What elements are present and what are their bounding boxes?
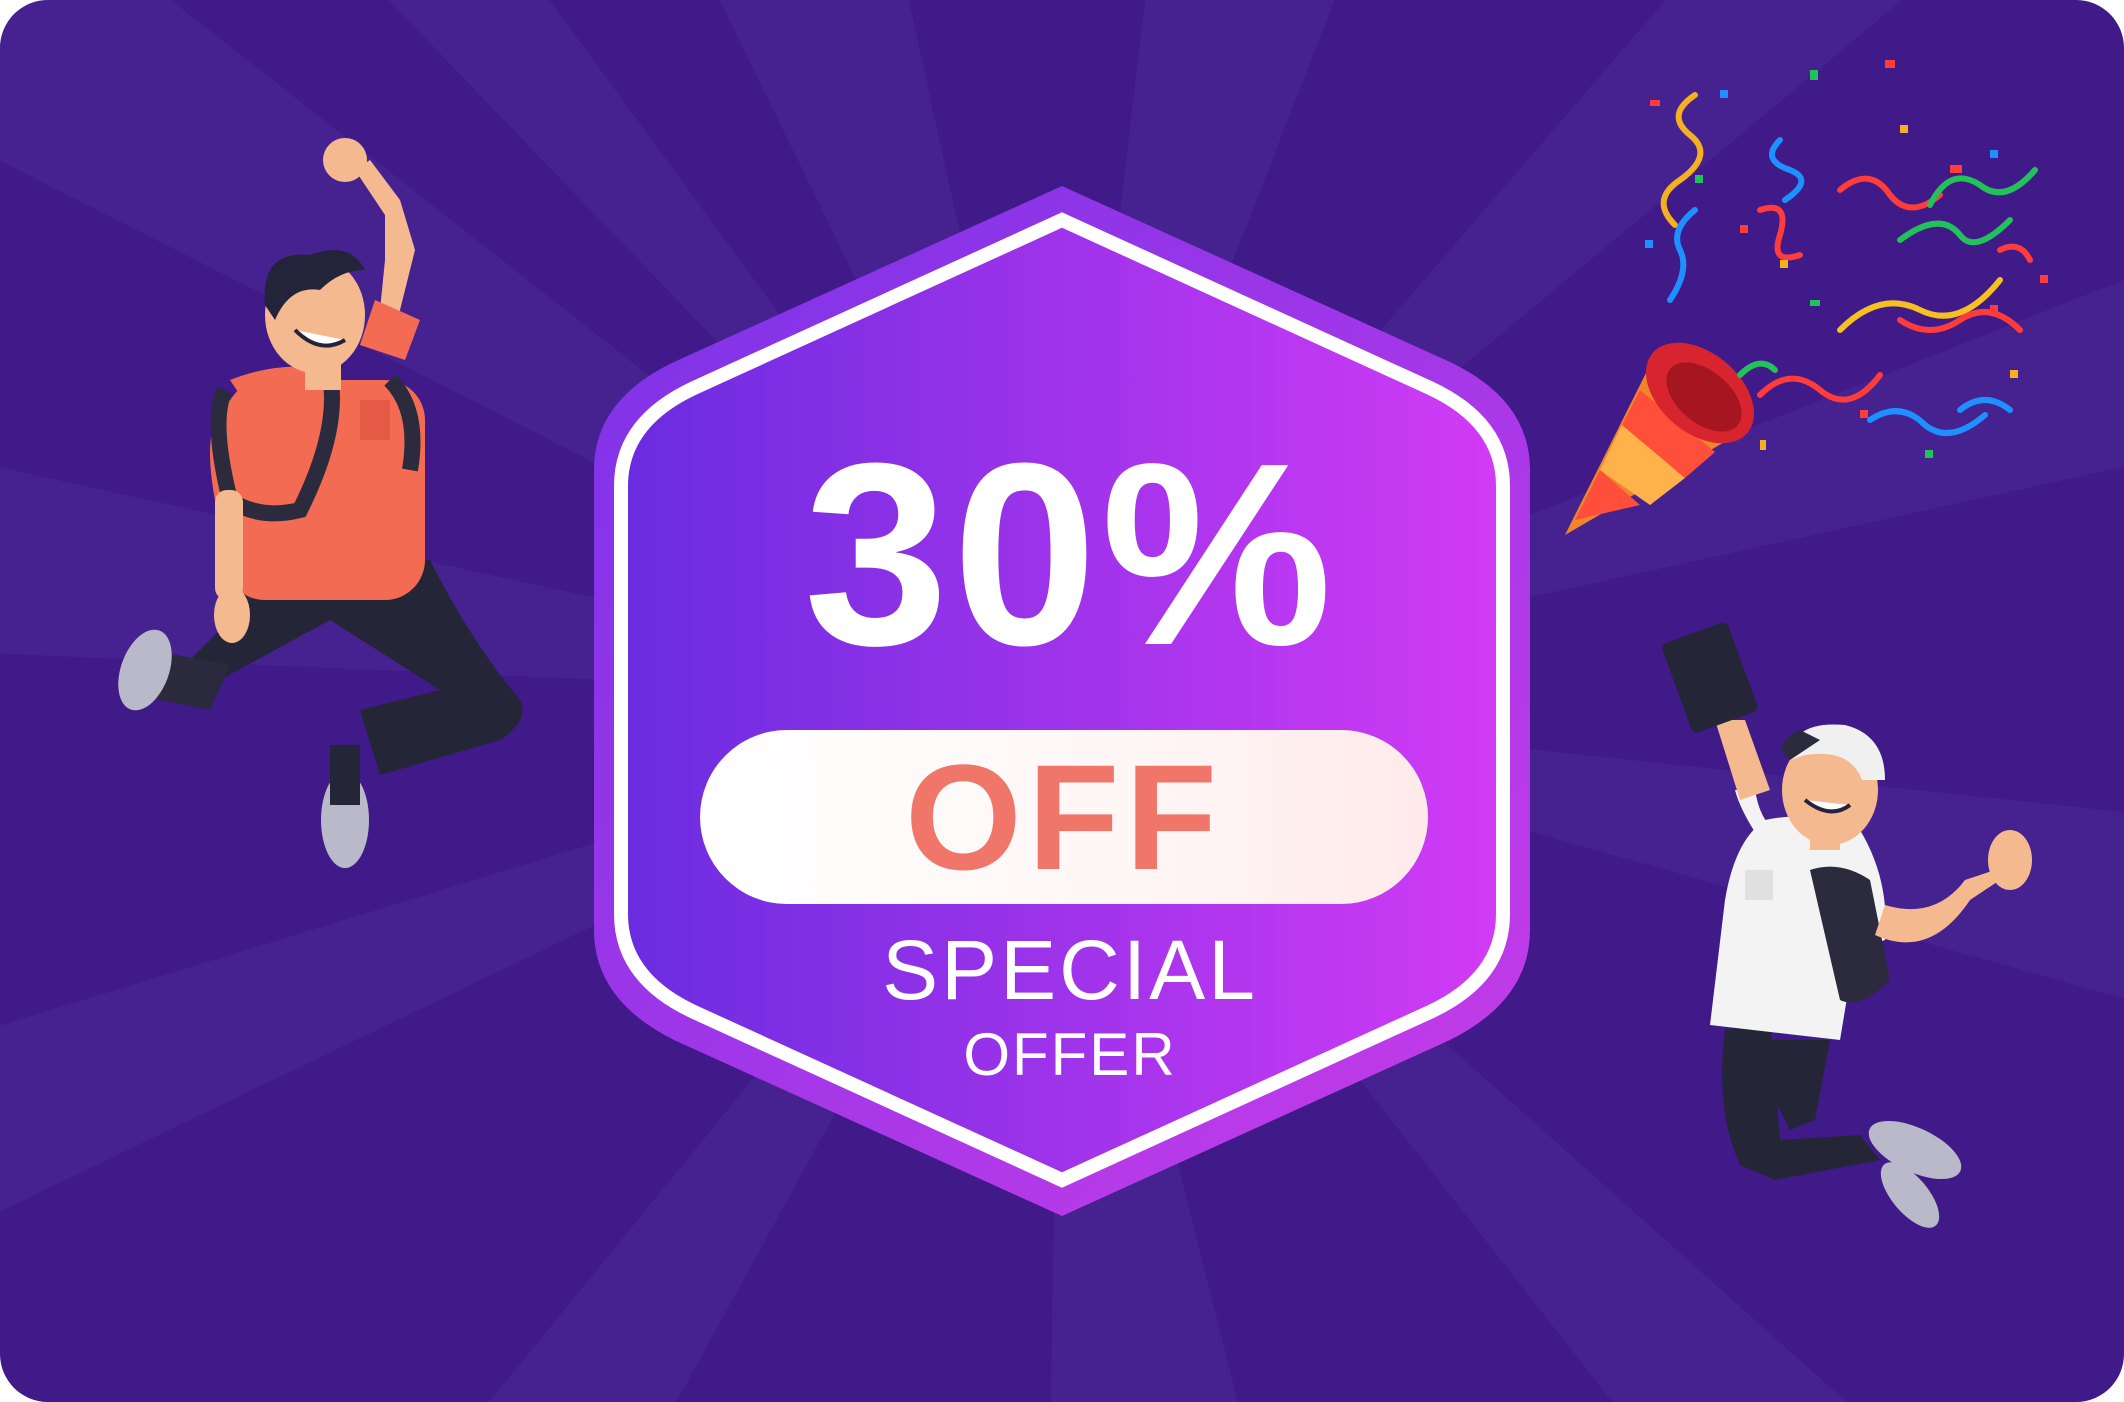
offer-label: OFFER (963, 1021, 1177, 1088)
discount-percentage: 30% (803, 410, 1337, 700)
promo-banner: 30% OFF SPECIAL OFFER (0, 0, 2124, 1402)
special-label: SPECIAL (882, 923, 1258, 1017)
background-scene (0, 0, 2124, 1402)
off-label: OFF (905, 733, 1223, 901)
off-pill: OFF (700, 730, 1428, 904)
